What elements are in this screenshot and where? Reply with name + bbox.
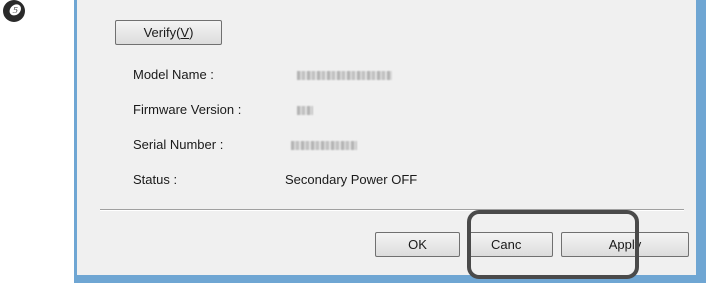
apply-button-label: Apply xyxy=(608,237,642,252)
model-name-value-redacted xyxy=(297,71,392,80)
status-value: Secondary Power OFF xyxy=(285,172,418,187)
serial-number-label: Serial Number : xyxy=(133,137,224,152)
verify-button-mnemonic: V xyxy=(180,25,190,40)
verify-button-label: Verify xyxy=(143,25,177,40)
cancel-button-label: Canc xyxy=(491,237,522,252)
separator xyxy=(100,209,684,211)
model-name-label: Model Name : xyxy=(133,67,214,82)
cancel-button[interactable]: Canc xyxy=(468,232,553,257)
verify-button[interactable]: Verify(V) xyxy=(115,20,222,45)
firmware-version-value-redacted xyxy=(297,106,313,115)
dialog-content: Verify(V) Model Name : Firmware Version … xyxy=(77,0,696,275)
apply-button[interactable]: Apply xyxy=(561,232,689,257)
step-number-badge: ❺ xyxy=(3,0,25,22)
status-label: Status : xyxy=(133,172,178,187)
ok-button[interactable]: OK xyxy=(375,232,460,257)
ok-button-label: OK xyxy=(408,237,427,252)
dialog-window: Verify(V) Model Name : Firmware Version … xyxy=(74,0,706,283)
serial-number-value-redacted xyxy=(291,141,357,150)
firmware-version-label: Firmware Version : xyxy=(133,102,242,117)
